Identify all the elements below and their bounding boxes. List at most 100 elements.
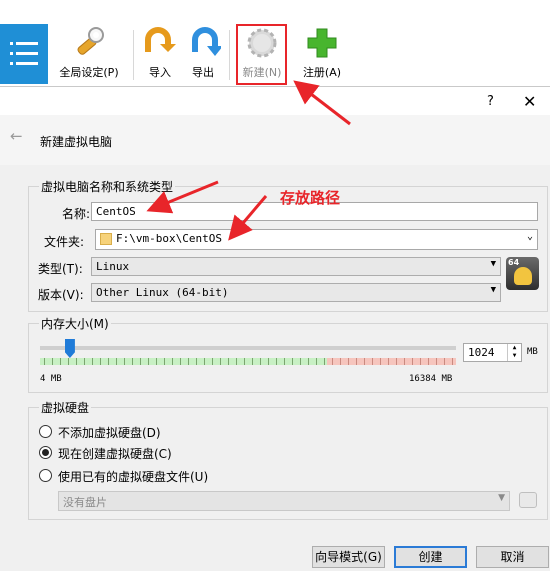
memory-min-label: 4 MB bbox=[40, 374, 62, 384]
dropdown-arrow-icon: ▼ bbox=[490, 285, 496, 295]
existing-disk-select[interactable]: 没有盘片 ▼ bbox=[58, 491, 510, 511]
scale-tick bbox=[420, 358, 421, 365]
global-settings-label: 全局设定(P) bbox=[59, 66, 119, 79]
cancel-button[interactable]: 取消 bbox=[476, 546, 549, 568]
new-label: 新建(N) bbox=[242, 66, 282, 79]
scale-tick bbox=[452, 358, 453, 365]
radio-no-disk[interactable] bbox=[39, 425, 52, 438]
scale-tick bbox=[76, 358, 77, 365]
scale-tick bbox=[356, 358, 357, 365]
choose-disk-file-icon[interactable] bbox=[519, 492, 537, 508]
scale-tick bbox=[316, 358, 317, 365]
scale-tick bbox=[132, 358, 133, 365]
version-value: Other Linux (64-bit) bbox=[96, 286, 229, 299]
type-value: Linux bbox=[96, 260, 130, 273]
scale-tick bbox=[188, 358, 189, 365]
export-arrow-icon bbox=[192, 27, 221, 56]
scale-tick bbox=[220, 358, 221, 365]
scale-tick bbox=[388, 358, 389, 365]
scale-tick bbox=[252, 358, 253, 365]
import-button[interactable]: 导入 bbox=[142, 26, 178, 84]
memory-slider-track[interactable] bbox=[40, 346, 456, 350]
scale-tick bbox=[412, 358, 413, 365]
main-toolbar: 全局设定(P) 导入 导出 新建(N) 注册(A) bbox=[0, 0, 550, 86]
linux-penguin-icon bbox=[514, 267, 532, 285]
scale-tick bbox=[444, 358, 445, 365]
scale-tick bbox=[364, 358, 365, 365]
version-label: 版本(V): bbox=[38, 288, 84, 302]
chevron-down-icon[interactable]: ⌄ bbox=[527, 231, 533, 242]
create-button[interactable]: 创建 bbox=[394, 546, 467, 568]
radio-create-disk-label[interactable]: 现在创建虚拟硬盘(C) bbox=[58, 445, 172, 462]
folder-label: 文件夹: bbox=[44, 235, 85, 249]
scale-tick bbox=[100, 358, 101, 365]
back-arrow-icon[interactable]: ← bbox=[10, 127, 23, 145]
tools-menu-button[interactable] bbox=[0, 24, 48, 84]
dialog-titlebar: ? ✕ bbox=[0, 87, 550, 115]
disk-legend: 虚拟硬盘 bbox=[39, 399, 92, 416]
scale-tick bbox=[380, 358, 381, 365]
scale-tick bbox=[68, 358, 69, 365]
scale-tick bbox=[260, 358, 261, 365]
radio-existing-disk-label[interactable]: 使用已有的虚拟硬盘文件(U) bbox=[58, 468, 208, 485]
scale-tick bbox=[372, 358, 373, 365]
scale-tick bbox=[244, 358, 245, 365]
scale-tick bbox=[44, 358, 45, 365]
memory-value: 1024 bbox=[468, 346, 495, 359]
scale-tick bbox=[284, 358, 285, 365]
new-vm-gear-icon bbox=[247, 28, 277, 58]
scale-tick bbox=[308, 358, 309, 365]
scale-tick bbox=[140, 358, 141, 365]
guided-mode-button[interactable]: 向导模式(G) bbox=[312, 546, 385, 568]
radio-no-disk-label[interactable]: 不添加虚拟硬盘(D) bbox=[58, 424, 161, 441]
wrench-icon bbox=[77, 27, 104, 55]
scale-tick bbox=[196, 358, 197, 365]
scale-tick bbox=[172, 358, 173, 365]
close-button[interactable]: ✕ bbox=[523, 92, 536, 111]
scale-tick bbox=[268, 358, 269, 365]
scale-tick bbox=[116, 358, 117, 365]
folder-value: F:\vm-box\CentOS bbox=[116, 232, 222, 245]
scale-tick bbox=[292, 358, 293, 365]
export-button[interactable]: 导出 bbox=[185, 26, 221, 84]
register-button[interactable]: 注册(A) bbox=[298, 26, 346, 84]
global-settings-button[interactable]: 全局设定(P) bbox=[54, 26, 124, 84]
scale-tick bbox=[108, 358, 109, 365]
dropdown-arrow-icon: ▼ bbox=[498, 493, 505, 503]
help-button[interactable]: ? bbox=[487, 94, 494, 109]
spin-arrows-icon[interactable]: ▲ ▼ bbox=[507, 344, 521, 361]
scale-tick bbox=[404, 358, 405, 365]
scale-tick bbox=[428, 358, 429, 365]
scale-tick bbox=[396, 358, 397, 365]
existing-disk-value: 没有盘片 bbox=[63, 496, 107, 509]
version-select[interactable]: Other Linux (64-bit) ▼ bbox=[91, 283, 501, 302]
scale-tick bbox=[228, 358, 229, 365]
scale-tick bbox=[348, 358, 349, 365]
dialog-title: 新建虚拟电脑 bbox=[40, 135, 113, 149]
scale-tick bbox=[340, 358, 341, 365]
radio-create-disk[interactable] bbox=[39, 446, 52, 459]
import-label: 导入 bbox=[149, 66, 171, 79]
new-button[interactable]: 新建(N) bbox=[238, 26, 286, 84]
scale-tick bbox=[156, 358, 157, 365]
import-arrow-icon bbox=[145, 27, 176, 52]
scale-tick bbox=[124, 358, 125, 365]
folder-combo[interactable]: F:\vm-box\CentOS ⌄ bbox=[95, 229, 538, 250]
type-select[interactable]: Linux ▼ bbox=[91, 257, 501, 276]
scale-tick bbox=[436, 358, 437, 365]
memory-spinbox[interactable]: 1024 ▲ ▼ bbox=[463, 343, 522, 362]
scale-tick bbox=[212, 358, 213, 365]
memory-unit: MB bbox=[527, 347, 538, 357]
radio-existing-disk[interactable] bbox=[39, 469, 52, 482]
dialog-header: ← 新建虚拟电脑 bbox=[0, 115, 550, 165]
scale-tick bbox=[84, 358, 85, 365]
name-label: 名称: bbox=[62, 207, 91, 221]
scale-tick bbox=[92, 358, 93, 365]
name-os-legend: 虚拟电脑名称和系统类型 bbox=[39, 178, 176, 195]
scale-tick bbox=[300, 358, 301, 365]
memory-legend: 内存大小(M) bbox=[39, 315, 111, 332]
scale-tick bbox=[180, 358, 181, 365]
export-label: 导出 bbox=[192, 66, 214, 79]
type-label: 类型(T): bbox=[38, 262, 83, 276]
green-plus-icon bbox=[307, 28, 337, 58]
